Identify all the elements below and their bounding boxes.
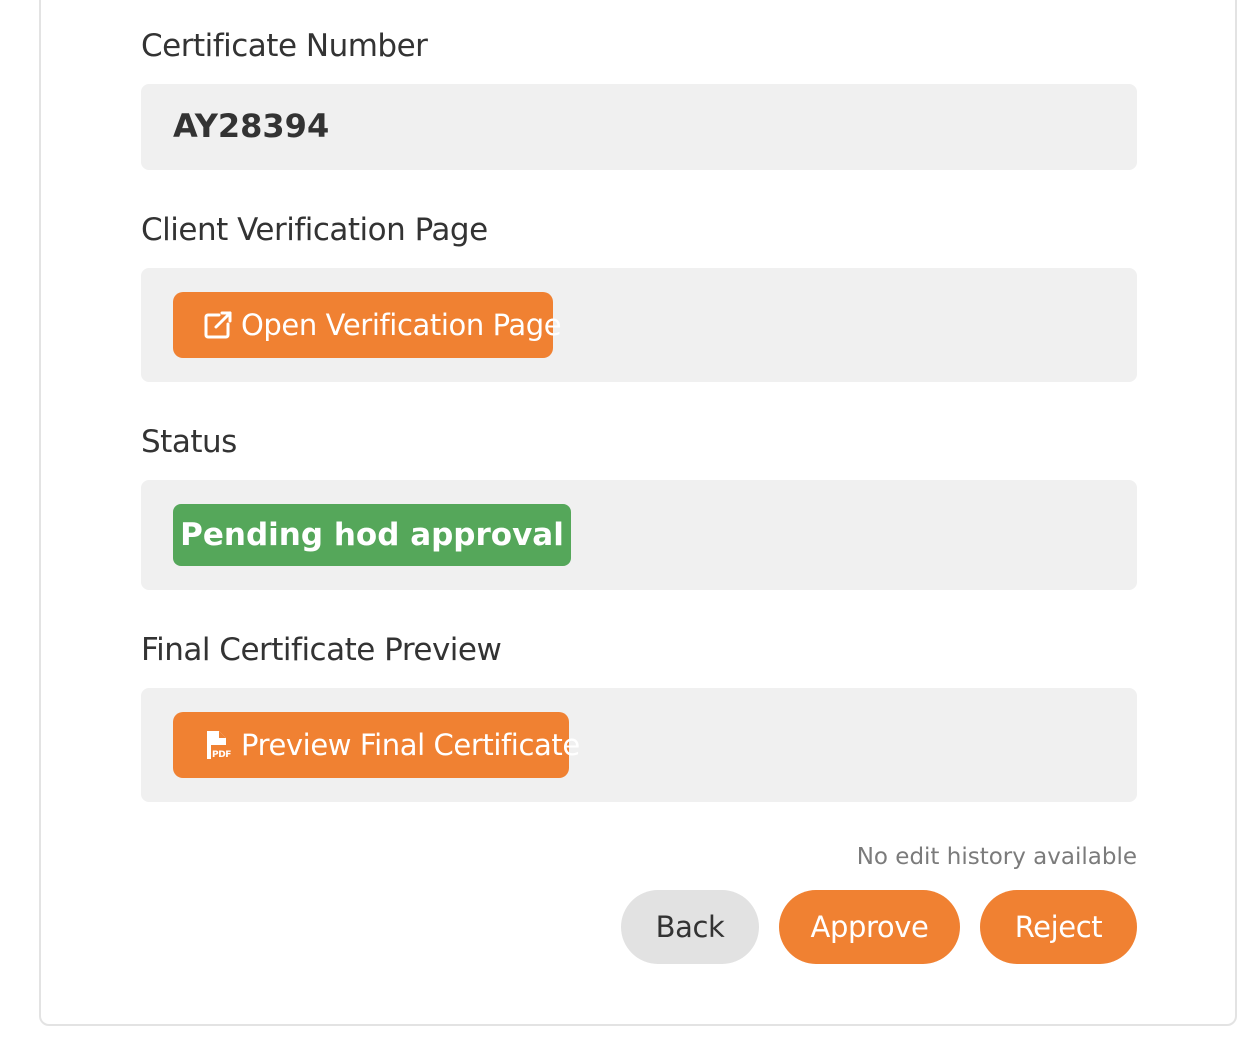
pdf-file-icon: PDF [203, 730, 233, 760]
approve-button[interactable]: Approve [779, 890, 960, 964]
verification-page-panel: Open Verification Page [141, 268, 1137, 382]
reject-button[interactable]: Reject [980, 890, 1137, 964]
status-label: Status [141, 424, 237, 460]
certificate-number-panel: AY28394 [141, 84, 1137, 170]
certificate-number-label: Certificate Number [141, 28, 428, 64]
external-link-icon [203, 310, 233, 340]
preview-final-certificate-button[interactable]: PDF Preview Final Certificate [173, 712, 580, 778]
status-badge: Pending hod approval [173, 504, 571, 566]
edit-history-note: No edit history available [856, 844, 1137, 870]
svg-text:PDF: PDF [212, 750, 231, 760]
final-certificate-preview-label: Final Certificate Preview [141, 632, 502, 668]
open-verification-page-button[interactable]: Open Verification Page [173, 292, 562, 358]
verification-page-label: Client Verification Page [141, 212, 488, 248]
back-button[interactable]: Back [621, 890, 759, 964]
status-panel: Pending hod approval [141, 480, 1137, 590]
final-certificate-preview-panel: PDF Preview Final Certificate [141, 688, 1137, 802]
open-verification-page-label: Open Verification Page [241, 308, 562, 342]
preview-final-certificate-label: Preview Final Certificate [241, 728, 580, 762]
certificate-number-value: AY28394 [173, 107, 330, 145]
